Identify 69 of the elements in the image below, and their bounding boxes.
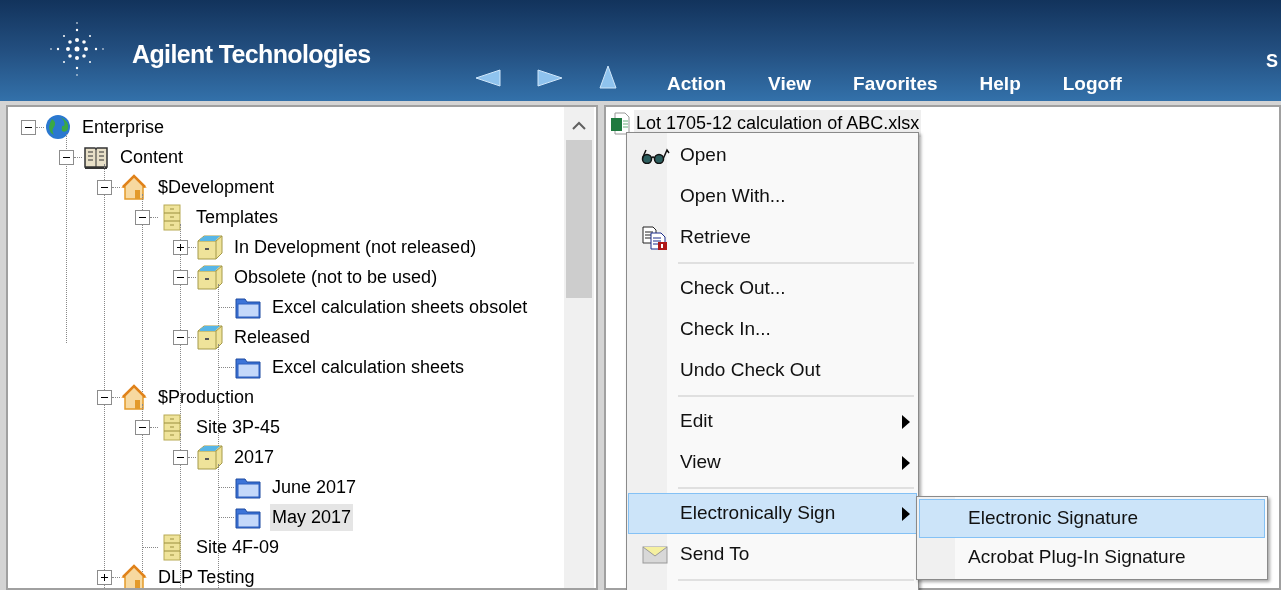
menu-item[interactable]: Logoff — [1047, 70, 1137, 99]
tree-item[interactable]: June 2017 — [270, 473, 359, 501]
drawer-icon — [196, 443, 224, 471]
envelope-icon — [641, 544, 668, 565]
menu-option[interactable]: Edit — [628, 401, 917, 442]
menu-option[interactable]: Undo Check Out — [628, 350, 917, 391]
collapse-toggle[interactable] — [135, 209, 150, 225]
tree-item[interactable]: $Production — [156, 383, 257, 411]
menu-option[interactable]: Check In... — [628, 309, 917, 350]
documents-lock-icon — [640, 224, 669, 251]
menu-item[interactable]: View — [753, 70, 827, 99]
menu-option[interactable]: Send To — [628, 534, 917, 575]
tree-item[interactable]: Site 4F-09 — [194, 533, 282, 561]
drawer-icon — [196, 263, 224, 291]
collapse-toggle[interactable] — [97, 179, 112, 195]
scroll-up-icon[interactable] — [572, 121, 586, 130]
submenu-arrow-icon — [902, 506, 910, 521]
tree-item[interactable]: Enterprise — [80, 113, 167, 141]
submenu-arrow-icon — [902, 455, 910, 470]
tree-item[interactable]: $Development — [156, 173, 277, 201]
menu-item[interactable]: Action — [652, 70, 742, 99]
collapse-toggle[interactable] — [173, 269, 188, 285]
globe-icon — [44, 113, 72, 141]
menu-option[interactable]: Electronically Sign — [628, 493, 917, 534]
up-arrow-icon[interactable] — [598, 64, 618, 90]
tree-item[interactable]: Templates — [194, 203, 281, 231]
menu-option[interactable]: Open With... — [628, 176, 917, 217]
drawer-icon — [196, 323, 224, 351]
plus-icon — [100, 572, 109, 582]
menu-option[interactable]: Retrieve — [628, 217, 917, 258]
drawer-icon — [196, 233, 224, 261]
tree-item[interactable]: 2017 — [232, 443, 277, 471]
collapse-toggle[interactable] — [97, 389, 112, 405]
menu-option[interactable]: Open — [628, 135, 917, 176]
house-icon — [120, 383, 148, 411]
plus-icon — [176, 242, 185, 252]
collapse-toggle[interactable] — [59, 149, 74, 165]
scrollbar[interactable] — [564, 107, 594, 588]
collapse-toggle[interactable] — [21, 119, 36, 135]
brand-name: Agilent Technologies — [132, 39, 371, 70]
expand-toggle[interactable] — [173, 239, 188, 255]
back-arrow-icon[interactable] — [474, 68, 502, 88]
collapse-toggle[interactable] — [173, 449, 188, 465]
tree-item[interactable]: Excel calculation sheets — [270, 353, 467, 381]
tree-item[interactable]: DLP Testing — [156, 563, 257, 588]
starburst-logo-icon — [48, 20, 106, 78]
house-icon — [120, 563, 148, 588]
menu-option[interactable]: Electronic Signature — [919, 499, 1265, 538]
scrollbar-thumb[interactable] — [566, 140, 592, 298]
tree-item[interactable]: Obsolete (not to be used) — [232, 263, 440, 291]
menu-label[interactable]: S — [1266, 48, 1278, 75]
tree-item[interactable]: Site 3P-45 — [194, 413, 283, 441]
collapse-toggle[interactable] — [135, 419, 150, 435]
menu-item[interactable]: Help — [964, 70, 1036, 99]
house-icon — [120, 173, 148, 201]
tree-item[interactable]: In Development (not released) — [232, 233, 479, 261]
expand-toggle[interactable] — [97, 569, 112, 585]
menu-option[interactable]: Check Out... — [628, 268, 917, 309]
collapse-toggle[interactable] — [173, 329, 188, 345]
tree-item[interactable]: Content — [118, 143, 186, 171]
menu-item[interactable]: Favorites — [838, 70, 953, 99]
menu-option[interactable]: View — [628, 442, 917, 483]
tree-item[interactable]: May 2017 — [270, 503, 354, 531]
tree-item[interactable]: Released — [232, 323, 313, 351]
glasses-icon — [639, 147, 670, 164]
forward-arrow-icon[interactable] — [536, 68, 564, 88]
menu-option[interactable]: Acrobat Plug-In Signature — [919, 538, 1265, 577]
tree-item[interactable]: Excel calculation sheets obsolet — [270, 293, 530, 321]
submenu-arrow-icon — [902, 414, 910, 429]
